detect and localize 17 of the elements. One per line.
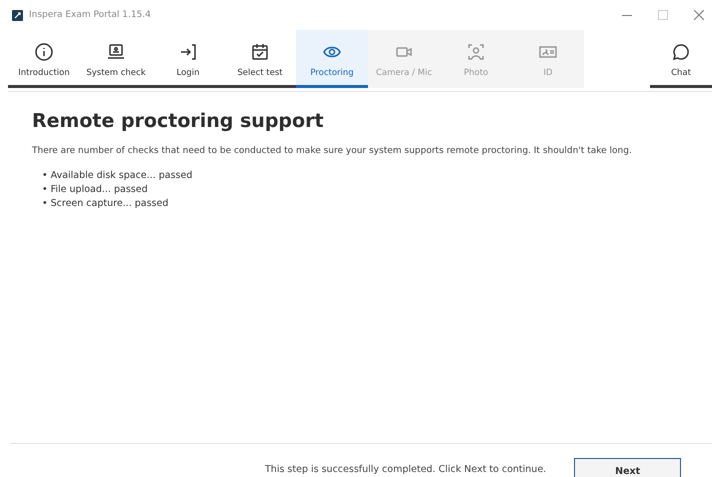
laptop-icon (106, 42, 126, 62)
info-icon (34, 42, 54, 62)
face-frame-icon (466, 42, 486, 62)
check-result: • Available disk space... passed (42, 170, 194, 181)
intro-text: There are number of checks that need to be conducted to make sure your system supports remote proctoring. It shouldn't take long. (32, 146, 633, 156)
app-logo-icon (12, 10, 23, 20)
login-icon (178, 42, 198, 62)
chat-bubble-icon (671, 42, 691, 62)
status-message: This step is successfully completed. Click Next to continue. (265, 464, 546, 475)
window-title: Inspera Exam Portal 1.15.4 (29, 10, 151, 20)
step-tab[interactable]: Proctoring (296, 30, 368, 88)
close-icon[interactable] (694, 10, 704, 20)
check-result: • File upload... passed (42, 184, 149, 195)
page-heading: Remote proctoring support (32, 110, 325, 132)
calendar-check-icon (250, 42, 270, 62)
next-button[interactable]: Next (574, 458, 682, 477)
check-result: • Screen capture... passed (42, 198, 170, 209)
